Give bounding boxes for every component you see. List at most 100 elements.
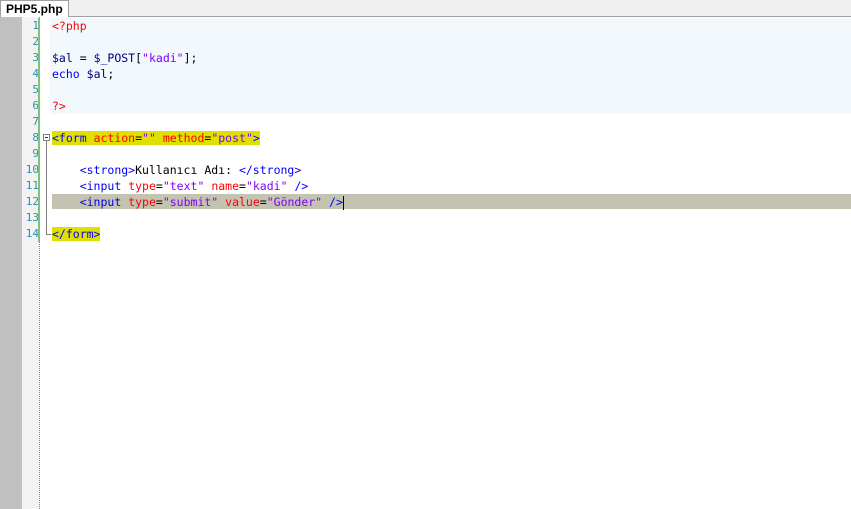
change-marker — [38, 66, 40, 82]
line-number: 6 — [32, 99, 39, 112]
fold-range-line — [46, 141, 47, 234]
tab-php5[interactable]: PHP5.php — [0, 0, 69, 17]
code-token: "text" — [162, 179, 205, 193]
change-marker — [38, 226, 40, 242]
code-token: "kadi" — [245, 179, 288, 193]
line-number: 5 — [32, 83, 39, 96]
line-number: 11 — [25, 179, 39, 192]
code-token: ?> — [52, 99, 66, 113]
fold-toggle-icon[interactable] — [43, 134, 50, 141]
code-token: = — [72, 51, 94, 65]
code-line[interactable]: 6 ?> — [0, 98, 851, 114]
code-line[interactable]: 9 — [0, 146, 851, 162]
code-line[interactable]: 13 — [0, 210, 851, 226]
code-token — [155, 131, 163, 145]
code-line[interactable]: 14 </form> — [0, 226, 851, 242]
code-line[interactable]: 10 <strong>Kullanıcı Adı: </strong> — [0, 162, 851, 178]
code-token: = — [135, 131, 143, 145]
code-line[interactable]: 7 — [0, 114, 851, 130]
code-token: </form> — [52, 227, 101, 241]
line-number: 3 — [32, 51, 39, 64]
line-number: 14 — [25, 227, 39, 240]
code-token: = — [239, 179, 246, 193]
change-marker — [38, 194, 40, 210]
code-text[interactable]: <form action="" method="post"> — [52, 130, 260, 146]
code-token: $_POST — [93, 51, 136, 65]
change-marker — [38, 82, 40, 98]
code-token: $al — [86, 67, 108, 81]
code-token: name — [211, 179, 240, 193]
line-number: 7 — [32, 115, 39, 128]
code-token: = — [259, 195, 267, 209]
php-block-background — [50, 66, 851, 82]
code-token: Kullanıcı Adı: — [135, 163, 239, 177]
line-number: 1 — [32, 19, 39, 32]
code-token: </strong> — [238, 163, 302, 177]
code-text[interactable]: ?> — [52, 98, 66, 114]
php-block-background — [50, 18, 851, 34]
code-token: type — [128, 179, 156, 193]
code-token: "Gönder" — [266, 195, 323, 209]
code-text[interactable]: $al = $_POST["kadi"]; — [52, 50, 197, 66]
code-token: /> — [329, 195, 343, 209]
code-text[interactable]: <input type="text" name="kadi" /> — [52, 178, 309, 194]
code-token: ]; — [183, 51, 198, 65]
change-marker — [38, 210, 40, 226]
line-number: 10 — [25, 163, 39, 176]
change-marker — [38, 34, 40, 50]
code-token: = — [155, 195, 163, 209]
code-token: echo — [52, 67, 80, 81]
code-line[interactable]: 4 echo $al; — [0, 66, 851, 82]
code-text[interactable]: <?php — [52, 18, 87, 34]
change-marker — [38, 18, 40, 34]
code-token: <input — [79, 179, 122, 193]
change-marker — [38, 50, 40, 66]
code-token: > — [252, 131, 260, 145]
code-token: <?php — [52, 19, 87, 33]
change-marker — [38, 114, 40, 130]
code-token: <form — [52, 131, 87, 145]
change-marker — [38, 178, 40, 194]
code-line[interactable]: 2 — [0, 34, 851, 50]
code-line[interactable]: 5 — [0, 82, 851, 98]
code-token: "kadi" — [142, 51, 184, 65]
code-token — [86, 131, 94, 145]
line-number: 4 — [32, 67, 39, 80]
line-number: 13 — [25, 211, 39, 224]
code-text[interactable]: <strong>Kullanıcı Adı: </strong> — [52, 162, 302, 178]
line-number: 9 — [32, 147, 39, 160]
text-caret — [342, 195, 344, 210]
code-text[interactable]: echo $al; — [52, 66, 114, 82]
code-token: <input — [79, 195, 122, 209]
code-token: "submit" — [162, 195, 219, 209]
php-block-background — [50, 34, 851, 50]
php-block-background — [50, 82, 851, 98]
code-line[interactable]: 12 <input type="submit" value="Gönder" /… — [0, 194, 851, 210]
line-number: 12 — [25, 195, 39, 208]
code-line[interactable]: 11 <input type="text" name="kadi" /> — [0, 178, 851, 194]
php-block-background — [50, 98, 851, 114]
code-line[interactable]: 1 <?php — [0, 18, 851, 34]
code-text[interactable]: <input type="submit" value="Gönder" /> — [52, 194, 344, 210]
change-marker — [38, 146, 40, 162]
code-token: action — [93, 131, 136, 145]
fold-end-marker — [46, 234, 51, 235]
code-token: ; — [107, 67, 115, 81]
code-token: method — [162, 131, 205, 145]
code-token: <strong> — [79, 163, 136, 177]
tab-bar: PHP5.php — [0, 0, 851, 17]
line-number: 2 — [32, 35, 39, 48]
code-line[interactable]: 3 $al = $_POST["kadi"]; — [0, 50, 851, 66]
code-token: $al — [52, 51, 73, 65]
code-line[interactable]: 8 <form action="" method="post"> — [0, 130, 851, 146]
code-editor[interactable]: 1 <?php 2 3 $al = $_POST["kadi"]; 4 echo $al; 5… — [0, 17, 851, 509]
code-text[interactable]: </form> — [52, 226, 101, 242]
change-marker — [38, 162, 40, 178]
change-marker — [38, 98, 40, 114]
code-token: /> — [294, 179, 309, 193]
code-token: [ — [135, 51, 143, 65]
